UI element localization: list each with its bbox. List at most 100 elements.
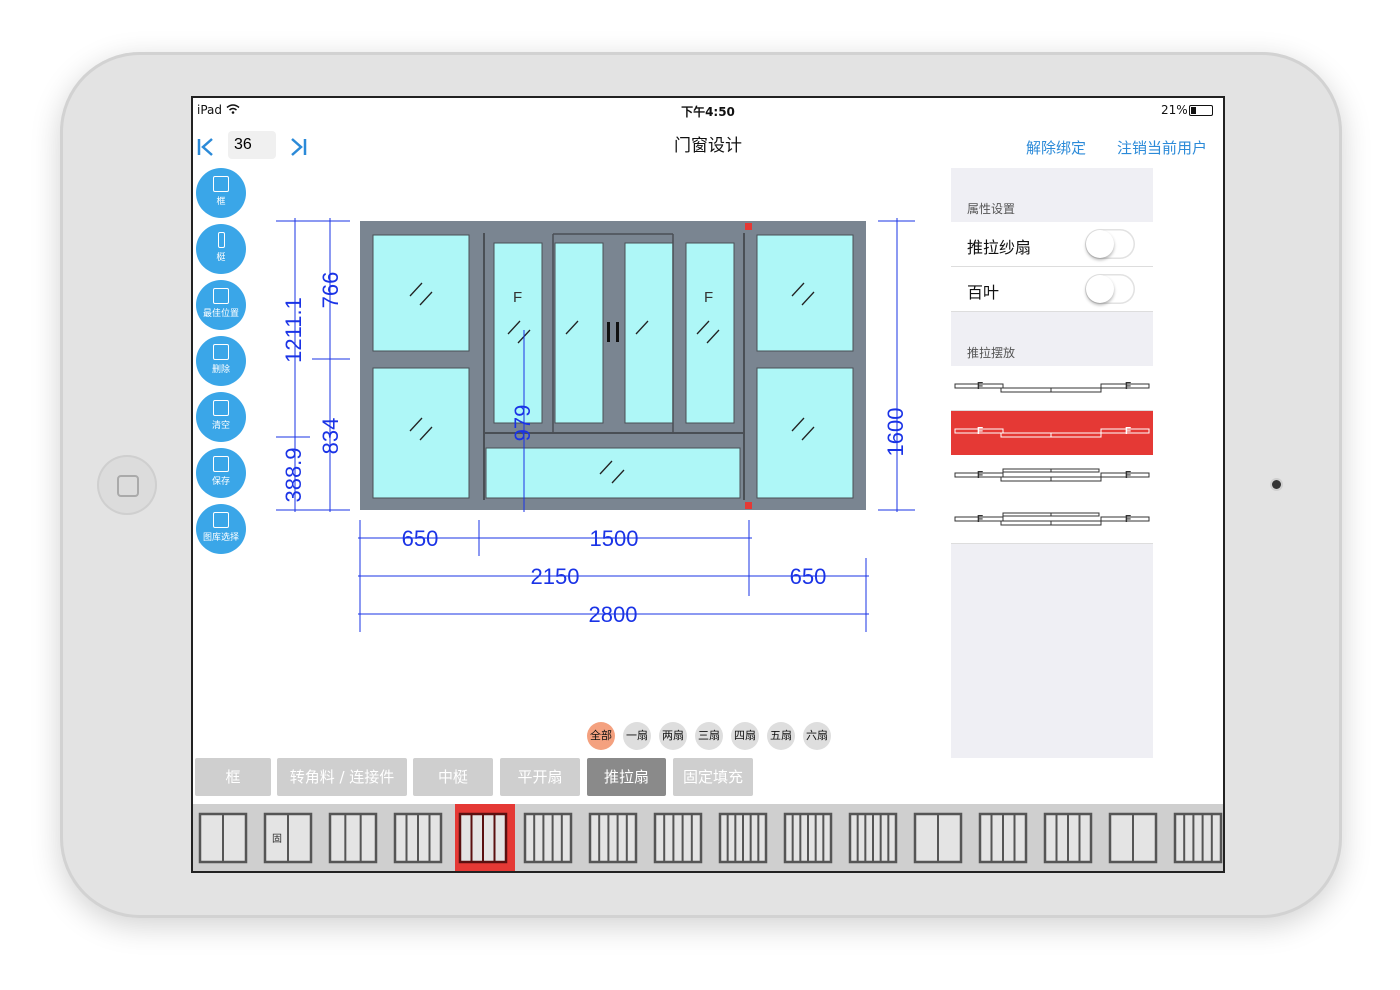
corner-marker-top[interactable] — [745, 223, 752, 230]
slide-layout-diagram: FF — [954, 426, 1150, 438]
sliding-window-thumb-icon — [328, 812, 378, 864]
category-tab-4[interactable]: 推拉扇 — [587, 758, 666, 796]
dim-w-center[interactable]: 1500 — [590, 526, 639, 551]
home-button[interactable] — [97, 455, 157, 515]
filter-chip-5[interactable]: 五扇 — [767, 722, 795, 750]
slide-layout-option-4[interactable]: FF — [951, 499, 1153, 544]
category-tab-3[interactable]: 平开扇 — [500, 758, 580, 796]
dim-mid-lower[interactable]: 834 — [318, 418, 343, 455]
dim-right-total[interactable]: 1600 — [883, 408, 908, 457]
sliding-window-thumb-icon — [1173, 812, 1223, 864]
category-tab-1[interactable]: 转角料 / 连接件 — [277, 758, 407, 796]
thumbnail-4[interactable] — [455, 804, 515, 871]
battery-percent: 21% — [1161, 103, 1188, 117]
dim-mid-upper[interactable]: 766 — [318, 272, 343, 309]
filter-chip-6[interactable]: 六扇 — [803, 722, 831, 750]
glass-left-upper[interactable] — [372, 234, 470, 352]
dim-w-total[interactable]: 2800 — [589, 602, 638, 627]
thumbnail-12[interactable] — [975, 804, 1035, 871]
dim-left-lower[interactable]: 388.9 — [281, 447, 306, 502]
thumbnail-6[interactable] — [585, 804, 645, 871]
slide-layout-diagram: FF — [954, 381, 1150, 393]
sliding-window-thumb-icon — [198, 812, 248, 864]
sliding-window-thumb-icon — [913, 812, 963, 864]
sash-1[interactable] — [493, 242, 543, 424]
row-blind: 百叶 — [951, 267, 1153, 312]
slide-layout-option-1[interactable]: FF — [951, 366, 1153, 411]
fixed-mark: F — [1125, 470, 1131, 481]
thumbnail-13[interactable] — [1040, 804, 1100, 871]
logout-button[interactable]: 注销当前用户 — [1117, 137, 1207, 158]
thumbnail-15[interactable] — [1170, 804, 1223, 871]
thumb-label: 固 — [272, 833, 282, 845]
sliding-window-thumb-icon — [1108, 812, 1158, 864]
thumbnail-strip: 固 — [193, 804, 1223, 871]
fixed-mark: F — [977, 470, 983, 481]
sliding-window-thumb-icon — [393, 812, 443, 864]
category-tab-0[interactable]: 框 — [195, 758, 271, 796]
thumbnail-11[interactable] — [910, 804, 970, 871]
fixed-mark: F — [1125, 514, 1131, 525]
thumbnail-7[interactable] — [650, 804, 710, 871]
thumbnail-14[interactable] — [1105, 804, 1165, 871]
toggle-knob — [1086, 275, 1114, 303]
fixed-mark-left: F — [513, 289, 522, 306]
screen-sash-toggle[interactable] — [1085, 229, 1135, 259]
corner-marker-bottom[interactable] — [745, 502, 752, 509]
filter-chip-3[interactable]: 三扇 — [695, 722, 723, 750]
fixed-mark: F — [977, 381, 983, 392]
handle-right-icon — [616, 322, 619, 342]
sliding-window-thumb-icon — [718, 812, 768, 864]
row-screen-sash: 推拉纱扇 — [951, 222, 1153, 267]
sliding-window-thumb-icon — [978, 812, 1028, 864]
sliding-window-thumb-icon: 固 — [263, 812, 313, 864]
section-slide-layout: 推拉摆放 — [967, 346, 1016, 360]
dim-w-right[interactable]: 650 — [790, 564, 827, 589]
sash-2[interactable] — [554, 242, 604, 424]
thumbnail-1[interactable]: 固 — [260, 804, 320, 871]
sliding-window-thumb-icon — [653, 812, 703, 864]
slide-layout-diagram: FF — [954, 468, 1150, 482]
glass-left-lower[interactable] — [372, 367, 470, 499]
sash-4[interactable] — [685, 242, 735, 424]
blind-toggle[interactable] — [1085, 274, 1135, 304]
toggle-knob — [1086, 230, 1114, 258]
thumbnail-5[interactable] — [520, 804, 580, 871]
unbind-button[interactable]: 解除绑定 — [1026, 137, 1086, 158]
property-panel: 属性设置 推拉纱扇 百叶 推拉摆放 FFFFFFFF — [951, 168, 1153, 758]
thumbnail-10[interactable] — [845, 804, 905, 871]
thumbnail-3[interactable] — [390, 804, 450, 871]
thumbnail-8[interactable] — [715, 804, 775, 871]
handle-left-icon — [607, 322, 610, 342]
fixed-mark: F — [977, 514, 983, 525]
thumbnail-9[interactable] — [780, 804, 840, 871]
category-tab-5[interactable]: 固定填充 — [673, 758, 753, 796]
thumbnail-0[interactable] — [195, 804, 255, 871]
dim-left-total[interactable]: 1211.1 — [281, 297, 306, 363]
sliding-window-thumb-icon — [588, 812, 638, 864]
filter-chip-2[interactable]: 两扇 — [659, 722, 687, 750]
dim-sash-height[interactable]: 979 — [510, 405, 535, 442]
window-design-canvas[interactable]: F F 650 1500 2150 650 2800 1211.1 388.9 … — [193, 98, 943, 658]
camera-icon — [1272, 480, 1281, 489]
sash-3[interactable] — [624, 242, 674, 424]
sliding-window-thumb-icon — [458, 812, 508, 864]
fixed-mark-right: F — [704, 289, 713, 306]
glass-right-lower[interactable] — [756, 367, 854, 499]
thumbnail-2[interactable] — [325, 804, 385, 871]
slide-layout-option-2[interactable]: FF — [951, 411, 1153, 456]
sliding-window-thumb-icon — [523, 812, 573, 864]
filter-chip-4[interactable]: 四扇 — [731, 722, 759, 750]
category-tab-2[interactable]: 中梃 — [413, 758, 493, 796]
filter-chip-1[interactable]: 一扇 — [623, 722, 651, 750]
dim-w-left[interactable]: 650 — [402, 526, 439, 551]
slide-layout-option-3[interactable]: FF — [951, 455, 1153, 500]
sliding-window-thumb-icon — [848, 812, 898, 864]
dim-w-left-center[interactable]: 2150 — [531, 564, 580, 589]
app-screen: iPad 下午4:50 21% 门窗设计 解除绑定 注销当前用户 框梃最佳位置删… — [193, 98, 1223, 871]
glass-right-upper[interactable] — [756, 234, 854, 352]
fixed-mark: F — [1125, 381, 1131, 392]
screen-sash-label: 推拉纱扇 — [967, 238, 1032, 257]
fixed-mark: F — [1125, 426, 1131, 437]
filter-chip-0[interactable]: 全部 — [587, 722, 615, 750]
